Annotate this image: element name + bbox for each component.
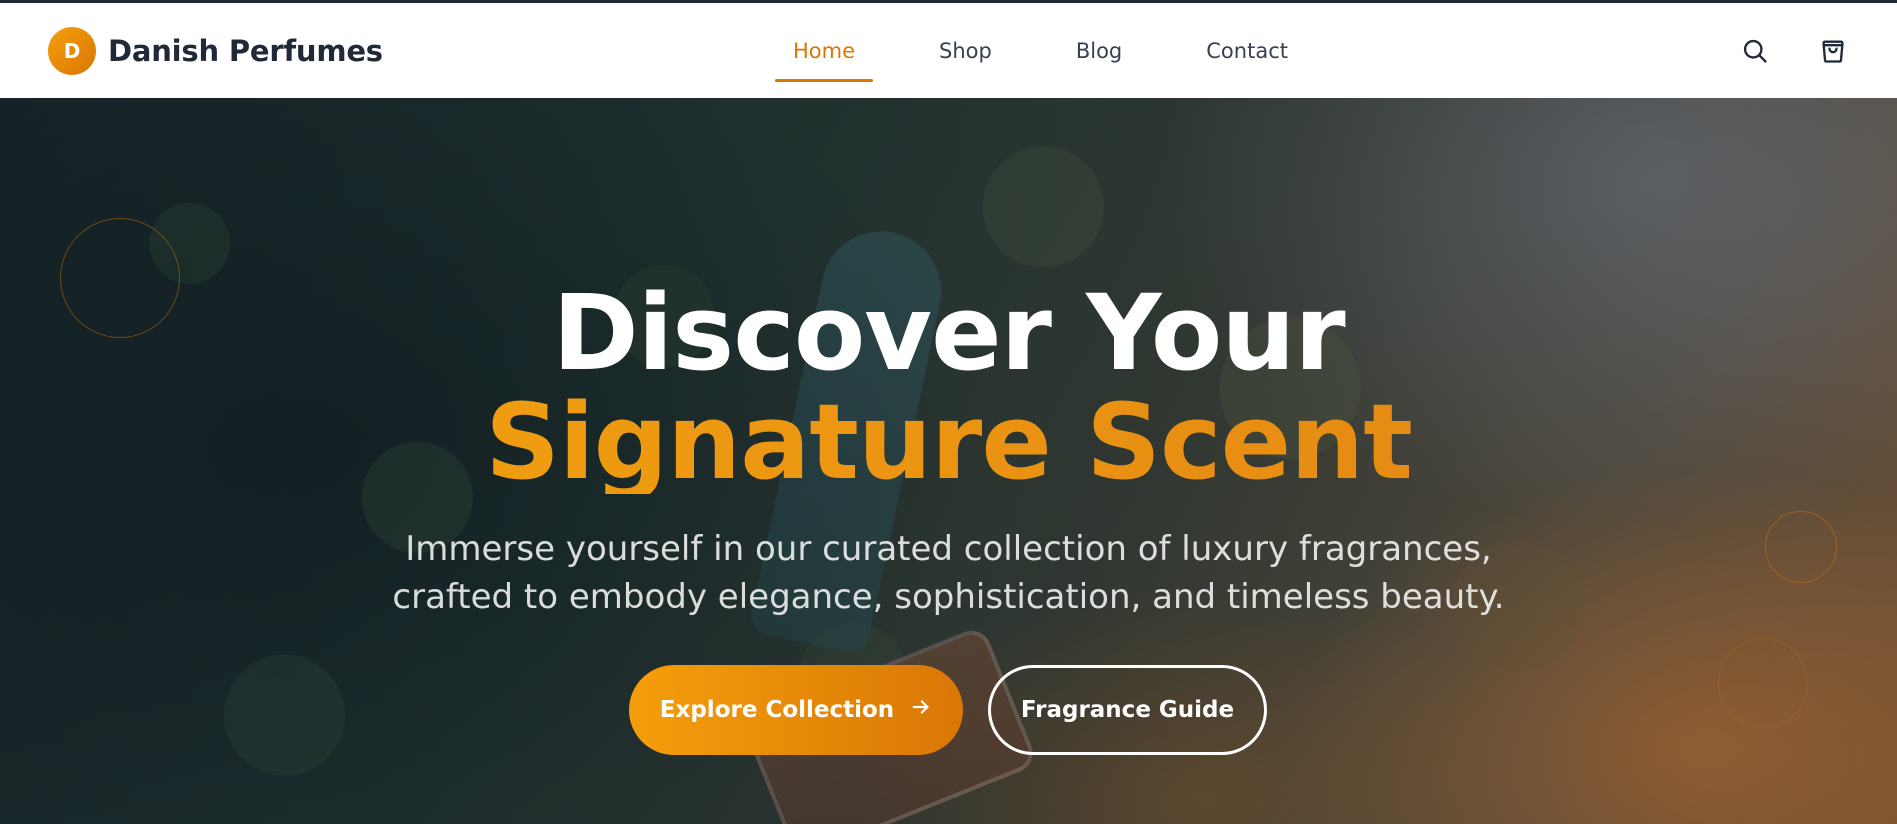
search-icon[interactable] xyxy=(1739,35,1771,67)
nav-shop[interactable]: Shop xyxy=(921,3,1010,98)
site-header: D Danish Perfumes Home Shop Blog Contact xyxy=(0,3,1897,98)
arrow-right-icon xyxy=(910,696,932,724)
header-actions xyxy=(1739,3,1849,98)
hero-title-line1: Discover Your xyxy=(552,272,1345,394)
brand-logo: D xyxy=(48,26,96,75)
hero-title-line2: Signature Scent xyxy=(0,390,1897,494)
shopping-bag-icon[interactable] xyxy=(1817,35,1849,67)
nav-blog[interactable]: Blog xyxy=(1058,3,1140,98)
main-nav: Home Shop Blog Contact xyxy=(775,3,1354,98)
explore-collection-button[interactable]: Explore Collection xyxy=(629,665,963,755)
fragrance-guide-button[interactable]: Fragrance Guide xyxy=(988,665,1267,755)
fragrance-guide-label: Fragrance Guide xyxy=(1020,697,1235,723)
hero-subtitle: Immerse yourself in our curated collecti… xyxy=(392,529,1505,617)
brand[interactable]: D Danish Perfumes xyxy=(48,26,383,75)
brand-name: Danish Perfumes xyxy=(108,33,383,68)
hero-content: Discover Your Signature Scent Immerse yo… xyxy=(0,98,1897,824)
hero-section: Discover Your Signature Scent Immerse yo… xyxy=(0,98,1897,824)
nav-home[interactable]: Home xyxy=(775,3,874,98)
nav-contact[interactable]: Contact xyxy=(1188,3,1306,98)
explore-collection-label: Explore Collection xyxy=(659,697,895,723)
